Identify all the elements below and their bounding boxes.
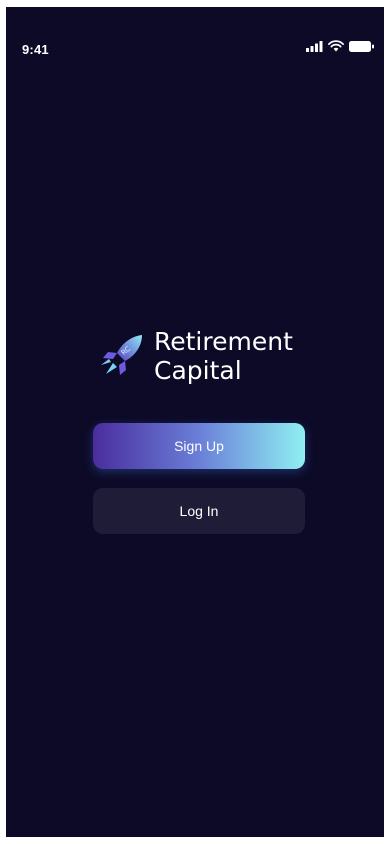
battery-icon [349, 40, 374, 52]
login-button[interactable]: Log In [93, 488, 305, 534]
brand-name-line2: Capital [154, 356, 242, 385]
status-icons [306, 40, 374, 52]
brand-name: Retirement Capital [154, 327, 293, 385]
rocket-icon: RC [101, 335, 142, 375]
brand-name-line1: Retirement [154, 327, 293, 356]
wifi-icon [328, 40, 344, 52]
login-button-label: Log In [179, 503, 219, 519]
brand-lockup: RC Retirement Capital [96, 327, 293, 385]
status-bar: 9:41 [6, 7, 384, 57]
app-screen: 9:41 RC Retirement Capital Sign Up Log I… [6, 7, 384, 837]
signup-button-label: Sign Up [174, 438, 224, 454]
signup-button[interactable]: Sign Up [93, 423, 305, 469]
status-time: 9:41 [22, 42, 49, 57]
signal-icon [306, 40, 323, 52]
